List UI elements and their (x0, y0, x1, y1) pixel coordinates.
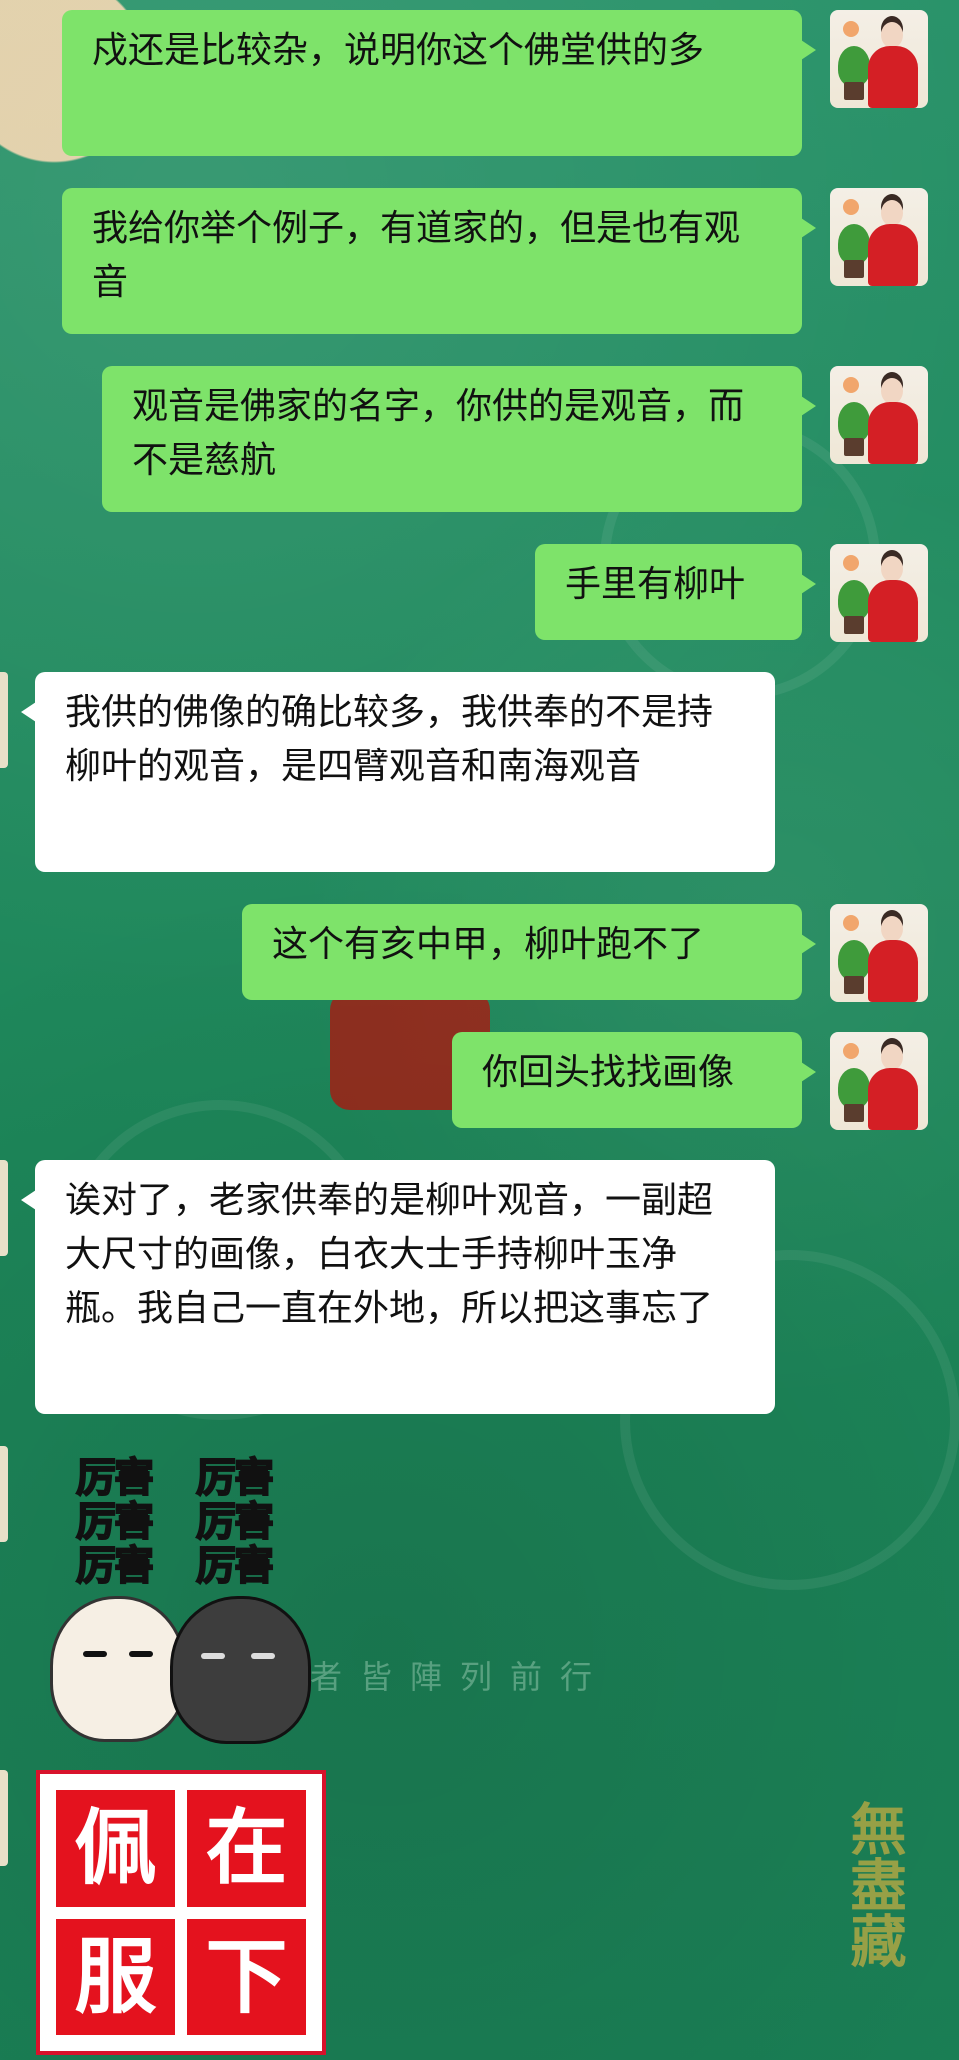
user-avatar[interactable] (830, 366, 928, 464)
sticker-cats[interactable]: 厉害 厉害 厉害 厉害 厉害 厉害 (40, 1455, 311, 1744)
user-avatar[interactable] (830, 904, 928, 1002)
contact-avatar-edge[interactable] (0, 1770, 8, 1866)
wallpaper-verse: 者皆陣列前行 (310, 1658, 611, 1696)
user-avatar[interactable] (830, 188, 928, 286)
user-avatar[interactable] (830, 10, 928, 108)
message-bubble-incoming[interactable]: 我供的佛像的确比较多，我供奉的不是持柳叶的观音，是四臂观音和南海观音 (21, 672, 775, 872)
sticker-text: 厉害 (195, 1455, 275, 1501)
sticker-text: 厉害 (75, 1543, 155, 1589)
contact-avatar-edge[interactable] (0, 1446, 8, 1542)
white-cat (50, 1596, 186, 1742)
sticker-text: 厉害 (75, 1499, 155, 1545)
sticker-text: 厉害 (195, 1543, 275, 1589)
sticker-stamp[interactable]: 佩 在 服 下 (36, 1770, 326, 2055)
stamp-char: 在 (187, 1790, 306, 1907)
contact-avatar-edge[interactable] (0, 672, 8, 768)
message-bubble-outgoing[interactable]: 你回头找找画像 (452, 1032, 816, 1128)
message-bubble-incoming[interactable]: 诶对了，老家供奉的是柳叶观音，一副超大尺寸的画像，白衣大士手持柳叶玉净瓶。我自己… (21, 1160, 775, 1414)
sticker-text: 厉害 (195, 1499, 275, 1545)
message-bubble-outgoing[interactable]: 观音是佛家的名字，你供的是观音，而不是慈航 (102, 366, 816, 512)
contact-avatar-edge[interactable] (0, 1160, 8, 1256)
black-cat (170, 1596, 311, 1744)
stamp-char: 服 (56, 1918, 175, 2035)
user-avatar[interactable] (830, 1032, 928, 1130)
message-bubble-outgoing[interactable]: 戍还是比较杂，说明你这个佛堂供的多 (62, 10, 816, 156)
sticker-text: 厉害 (75, 1455, 155, 1501)
user-avatar[interactable] (830, 544, 928, 642)
message-bubble-outgoing[interactable]: 这个有亥中甲，柳叶跑不了 (242, 904, 816, 1000)
message-bubble-outgoing[interactable]: 我给你举个例子，有道家的，但是也有观音 (62, 188, 816, 334)
message-bubble-outgoing[interactable]: 手里有柳叶 (535, 544, 816, 640)
stamp-char: 下 (187, 1918, 306, 2035)
stamp-char: 佩 (56, 1790, 175, 1907)
wallpaper-watermark: 無盡藏 (841, 1800, 907, 1968)
